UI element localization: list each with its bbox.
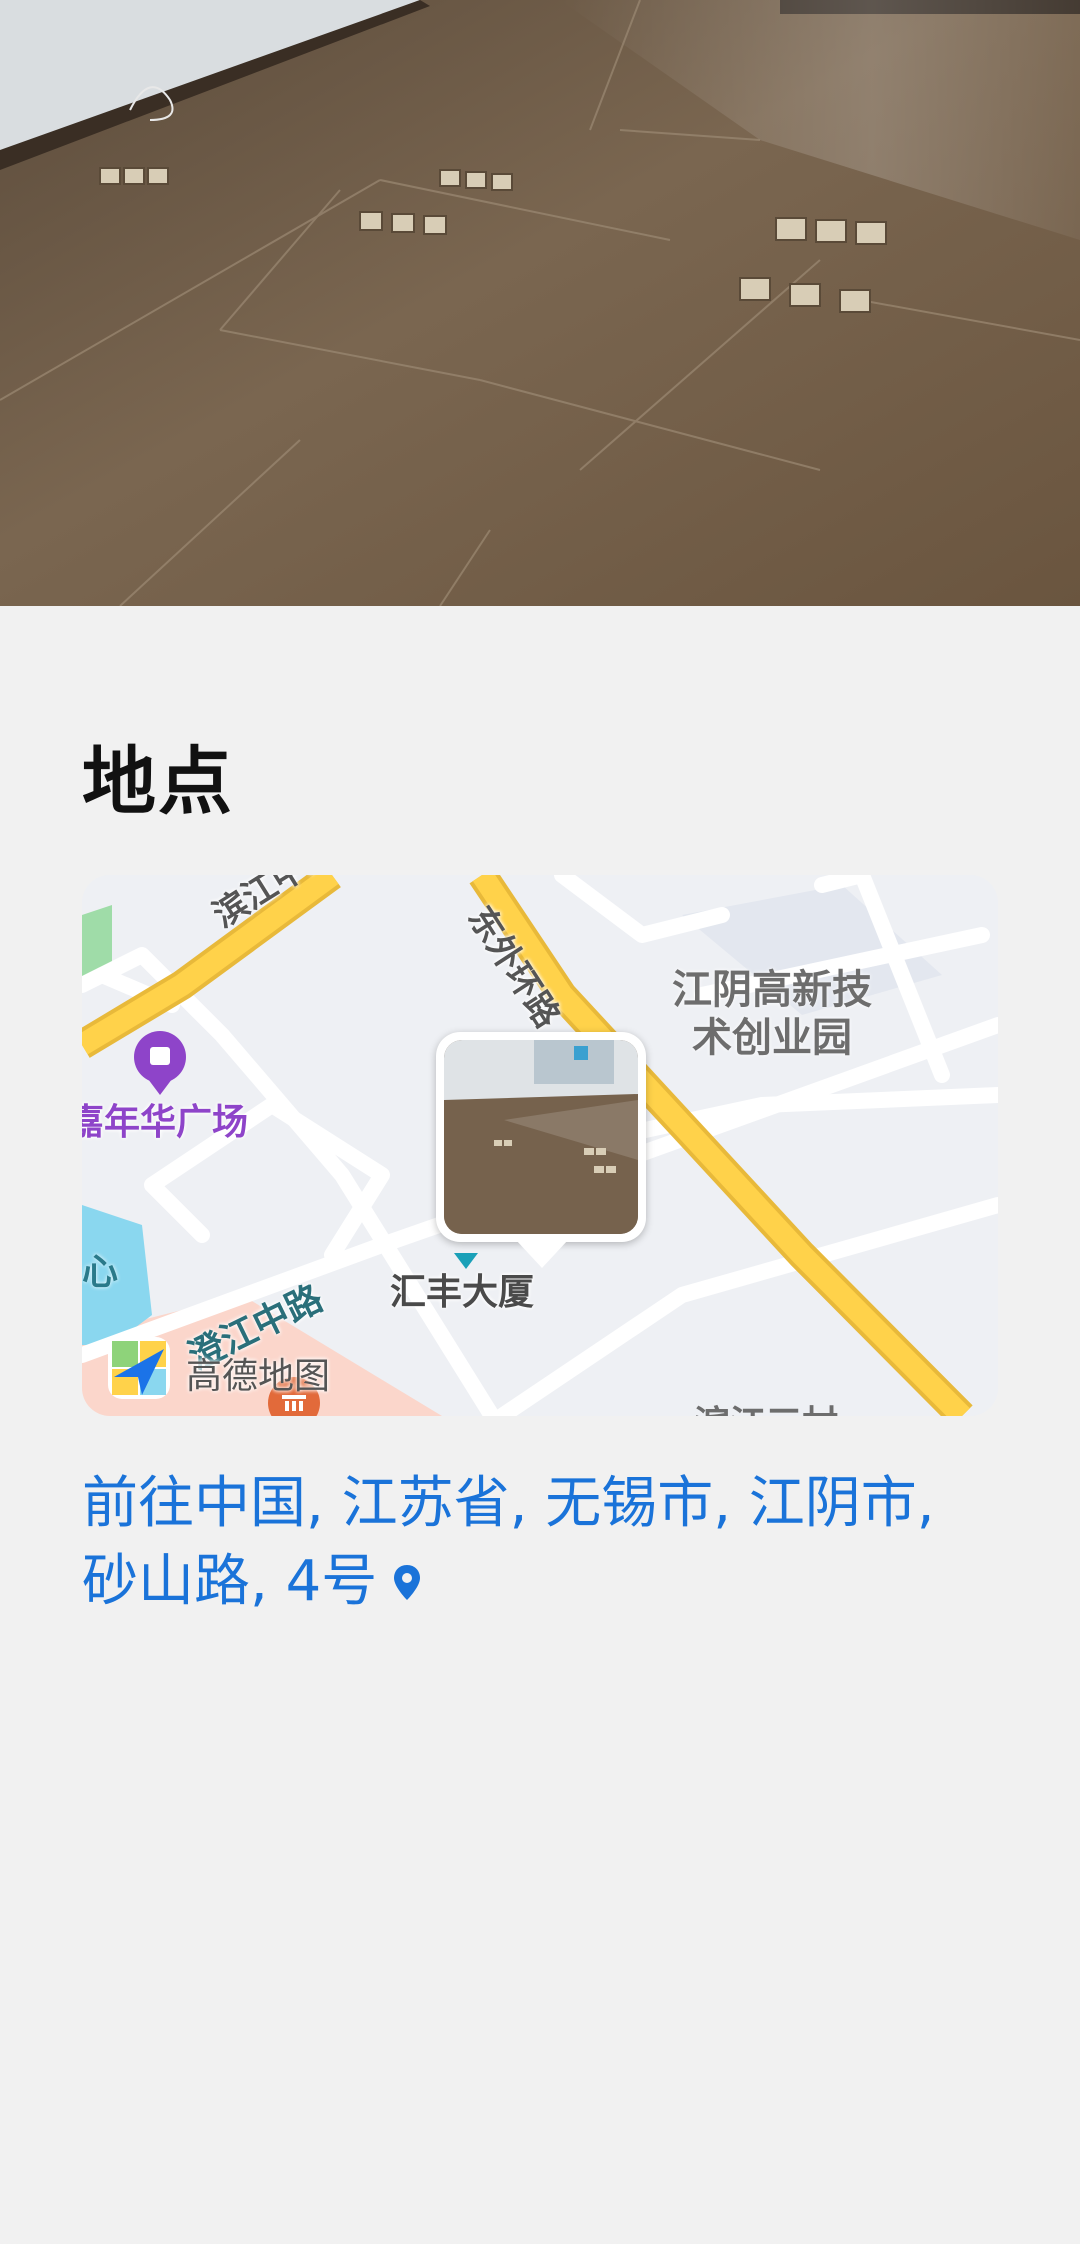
navigate-address-link[interactable]: 前往中国, 江苏省, 无锡市, 江阴市, 砂山路, 4号	[82, 1465, 1002, 1624]
photo-pin-marker[interactable]	[436, 1032, 646, 1268]
map-label-hi-tech-park-2: 术创业园	[692, 1015, 852, 1061]
address-text: 前往中国, 江苏省, 无锡市, 江阴市, 砂山路, 4号	[82, 1471, 935, 1614]
map-label-carnival-plaza: 嘉年华广场	[82, 1102, 249, 1143]
location-pin-icon	[391, 1546, 423, 1624]
amap-brand-label: 高德地图	[186, 1356, 331, 1397]
location-map[interactable]: 滨江中路 东外环路 江阴高新技 术创业园 嘉年华广场 心 澄江中路 汇丰大厦 滨…	[82, 875, 998, 1416]
location-photo[interactable]	[0, 0, 1080, 606]
map-label-xin: 心	[82, 1252, 119, 1293]
amap-logo-icon	[108, 1337, 170, 1399]
section-title: 地点	[82, 739, 234, 825]
pin-thumbnail	[444, 1040, 638, 1234]
map-label-huifeng-building: 汇丰大厦	[390, 1272, 535, 1313]
photo-floor-image	[0, 0, 1080, 606]
map-label-bottom-partial: 滨江三村	[694, 1395, 838, 1416]
